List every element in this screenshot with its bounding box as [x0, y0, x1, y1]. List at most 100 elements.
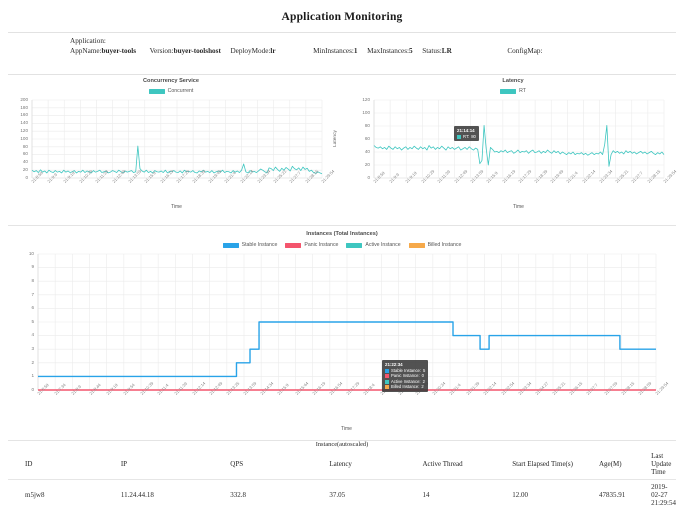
legend-swatch-icon	[500, 88, 517, 94]
tooltip-series-name: RT:	[463, 134, 470, 139]
y-axis-tick: 100	[20, 135, 28, 141]
chart-instances: Instances (Total Instances) Stable Insta…	[0, 226, 684, 436]
instance-table-title: Instance(autoscaled)	[315, 441, 369, 448]
y-axis-tick: 60	[22, 151, 28, 157]
x-axis-label: Time	[341, 426, 352, 432]
field-maxinstances-value: 5	[409, 47, 413, 55]
table-column-header[interactable]: QPS	[230, 450, 330, 480]
tooltip-series-swatch-icon	[385, 374, 389, 379]
field-mininstances-key: MinInstances:	[313, 47, 354, 55]
top-charts-row: Concurrency Service Concurrent 0 20 40 60 80…	[0, 75, 684, 221]
y-axis-tick: 0	[31, 386, 34, 392]
tooltip-series-swatch-icon	[385, 384, 389, 389]
y-axis-tick: 20	[364, 161, 370, 167]
x-axis-label: Time	[171, 204, 182, 210]
legend-swatch-icon	[148, 88, 165, 94]
y-axis-tick: 9	[31, 264, 34, 270]
table-cell-age: 47835.91	[599, 491, 626, 499]
table-cell-qps: 332.8	[230, 491, 247, 499]
table-column-header[interactable]: Active Thread	[422, 450, 513, 480]
chart-latency-plot[interactable]: 0 20 40 60 80 100 120 21:8:59 21:9:9 21:9:19 21:10…	[333, 94, 677, 220]
tooltip-series-value: 80	[471, 134, 476, 139]
x-axis-label: Time	[513, 204, 524, 210]
field-status-key: Status:	[422, 47, 442, 55]
y-axis-tick: 10	[28, 250, 34, 256]
table-column-header[interactable]: Latency	[329, 450, 423, 480]
y-axis-tick: 100	[362, 109, 370, 115]
field-mininstances-value: 1	[353, 47, 358, 55]
chart-latency: Latency RT 0 20 40 60 80 100 120 21:8:59 21:9:9 2…	[333, 75, 684, 221]
tooltip-row: Billed Instance: 2	[385, 384, 425, 389]
y-axis-tick: 80	[364, 122, 370, 128]
instance-table: ID IP QPS Latency Active Thread Start Elapsed…	[8, 450, 676, 507]
y-axis-tick: 80	[22, 143, 28, 149]
legend-swatch-icon	[285, 242, 302, 248]
table-column-header[interactable]: Age(M)	[599, 450, 652, 480]
legend-swatch-icon	[222, 242, 239, 248]
legend-swatch-icon	[346, 242, 363, 248]
chart-latency-title: Latency	[502, 78, 524, 84]
y-axis-tick: 200	[20, 96, 28, 102]
table-column-header[interactable]: Start Elapsed Time(s)	[512, 450, 599, 480]
y-axis-tick: 180	[20, 104, 28, 110]
y-axis-tick: 8	[31, 277, 34, 283]
y-axis-tick: 120	[362, 96, 370, 102]
table-cell-latency: 37.05	[329, 491, 346, 499]
table-cell-ip: 11.24.44.18	[120, 491, 154, 499]
tooltip-series-value: 2	[421, 384, 424, 390]
table-cell-id: m5jw8	[25, 491, 45, 499]
page-title: Application Monitoring	[281, 11, 403, 23]
table-header-row: ID IP QPS Latency Active Thread Start Elapsed…	[8, 450, 676, 480]
field-maxinstances-key: MaxInstances:	[367, 47, 410, 55]
field-mininstances: MinInstances:1	[313, 46, 357, 57]
chart-tooltip: 21:22:34 Stable Instance: 5 Panic Instance:…	[382, 360, 429, 392]
field-status-value: LR	[441, 47, 452, 55]
chart-instances-title: Instances (Total Instances)	[306, 231, 378, 237]
field-status: Status:LR	[422, 46, 452, 57]
field-appname: AppName:buyer-tools	[70, 46, 136, 57]
chart-instances-plot[interactable]: 0 1 2 3 4 5 6 7 8 9 10 21:6:59 21:7:34 21:8:9 21:8:44 2…	[0, 248, 669, 446]
y-axis-tick: 0	[367, 174, 370, 180]
instances-svg	[37, 253, 657, 391]
field-deploymode-key: DeployMode:	[230, 47, 271, 55]
y-axis-tick: 160	[20, 112, 28, 118]
instance-table-area: Instance(autoscaled) ID IP QPS Latency Activ…	[0, 441, 684, 507]
y-axis-tick: 6	[31, 305, 34, 311]
table-cell-start-elapsed: 12.00	[512, 491, 529, 499]
field-deploymode-value: lr	[270, 47, 276, 55]
table-cell-last-update: 2019-02-27 21:29:54	[651, 483, 676, 507]
chart-concurrency-plot[interactable]: 0 20 40 60 80 100 120 140 160 180 200 21:8:59 21:9:9…	[0, 94, 335, 220]
y-axis-tick: 140	[20, 120, 28, 126]
table-cell-active-thread: 14	[422, 491, 430, 499]
field-appname-key: AppName:	[70, 47, 102, 55]
tooltip-row: RT: 80	[457, 134, 476, 139]
legend-swatch-icon	[408, 242, 425, 248]
chart-tooltip: 21:14:14 RT: 80	[454, 126, 479, 142]
y-axis-tick: 40	[22, 159, 28, 165]
y-axis-tick: 20	[22, 166, 28, 172]
field-appname-value: buyer-tools	[101, 47, 137, 55]
table-column-header[interactable]: Last Update Time	[651, 450, 676, 480]
y-axis-tick: 40	[364, 148, 370, 154]
field-deploymode: DeployMode:lr	[230, 46, 275, 57]
chart-concurrency-title: Concurrency Service	[143, 78, 199, 84]
y-axis-tick: 5	[31, 318, 34, 324]
field-version-key: Version:	[149, 47, 174, 55]
y-axis-tick: 3	[31, 345, 34, 351]
y-axis-tick: 0	[25, 174, 28, 180]
y-axis-label: Latency	[332, 130, 338, 147]
y-axis-tick: 1	[31, 373, 34, 379]
field-maxinstances: MaxInstances:5	[367, 46, 413, 57]
field-configmap-key: ConfigMap:	[507, 47, 543, 55]
chart-concurrency-service: Concurrency Service Concurrent 0 20 40 60 80…	[0, 75, 342, 221]
tooltip-series-name: Billed Instance:	[391, 384, 420, 390]
table-column-header[interactable]: ID	[8, 450, 121, 480]
field-version-value: buyer-toolshost	[173, 47, 221, 55]
application-section-label: Application:	[70, 37, 106, 45]
table-row[interactable]: m5jw8 11.24.44.18 332.8 37.05 14 12.00 47835.9…	[8, 480, 676, 507]
y-axis-tick: 2	[31, 359, 34, 365]
table-column-header[interactable]: IP	[120, 450, 231, 480]
y-axis-tick: 60	[364, 135, 370, 141]
y-axis-tick: 120	[20, 127, 28, 133]
y-axis-tick: 4	[31, 332, 34, 338]
